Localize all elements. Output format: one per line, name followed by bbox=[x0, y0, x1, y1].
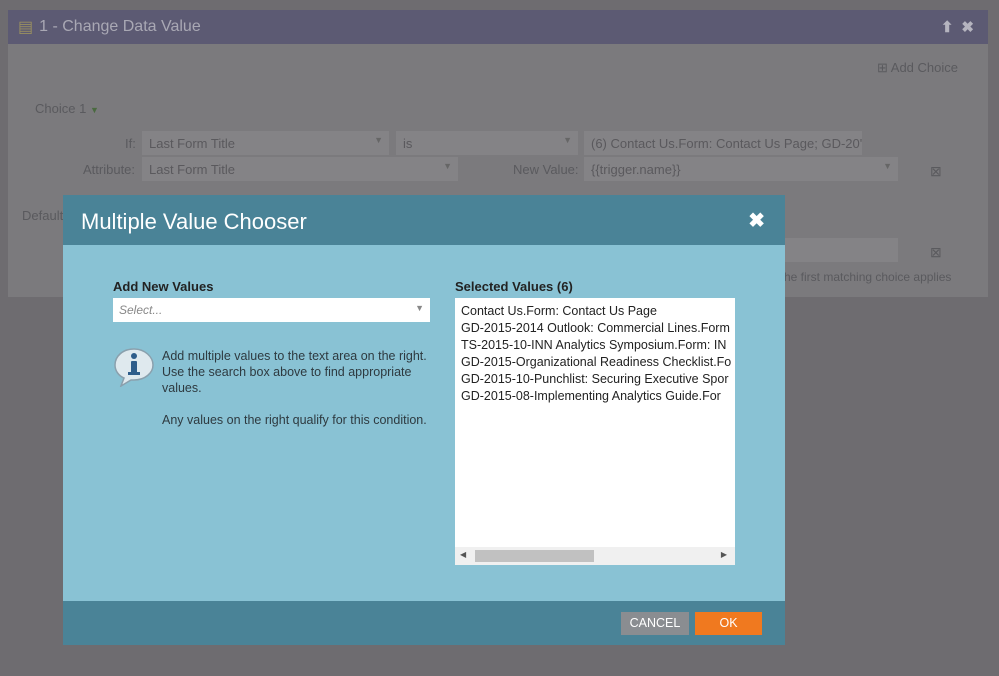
add-values-select[interactable]: Select... ▼ bbox=[113, 298, 430, 322]
if-field-value: Last Form Title bbox=[149, 136, 235, 151]
add-choice-button[interactable]: ⊞ Add Choice bbox=[877, 60, 958, 76]
choice-label[interactable]: Choice 1 ▼ bbox=[35, 101, 99, 116]
chevron-down-icon: ▼ bbox=[883, 161, 892, 171]
add-choice-label: Add Choice bbox=[890, 60, 958, 75]
chevron-down-icon: ▼ bbox=[443, 161, 452, 171]
chevron-down-icon: ▼ bbox=[89, 105, 99, 115]
close-icon[interactable]: ✖ bbox=[961, 18, 974, 36]
delete-choice-icon[interactable]: ⊠ bbox=[930, 163, 942, 180]
selected-value: GD-2015-2014 Outlook: Commercial Lines.F… bbox=[461, 321, 730, 335]
chevron-down-icon: ▼ bbox=[415, 303, 424, 313]
panel-title: 1 - Change Data Value bbox=[39, 18, 201, 35]
selected-value: GD-2015-10-Punchlist: Securing Executive… bbox=[461, 372, 729, 386]
default-value-field[interactable] bbox=[784, 238, 898, 262]
default-label: Default bbox=[22, 208, 64, 223]
add-choice-icon: ⊞ bbox=[876, 60, 888, 75]
operator-value: is bbox=[403, 136, 413, 151]
cancel-button[interactable]: CANCEL bbox=[621, 612, 689, 635]
footnote: he first matching choice applies bbox=[784, 270, 952, 284]
if-label: If: bbox=[125, 136, 136, 151]
dialog-footer: CANCEL OK bbox=[63, 601, 785, 645]
selected-value: Contact Us.Form: Contact Us Page bbox=[461, 304, 657, 318]
choice-text: Choice 1 bbox=[35, 101, 87, 116]
if-value-text: (6) Contact Us.Form: Contact Us Page; GD… bbox=[591, 136, 862, 151]
new-value-label: New Value: bbox=[513, 162, 579, 177]
step-icon: ▤ bbox=[18, 19, 34, 36]
scroll-left-icon[interactable]: ◀ bbox=[460, 550, 466, 559]
horizontal-scrollbar[interactable]: ◀ ▶ bbox=[455, 547, 735, 565]
selected-value: TS-2015-10-INN Analytics Symposium.Form:… bbox=[461, 338, 727, 352]
if-value-field[interactable]: (6) Contact Us.Form: Contact Us Page; GD… bbox=[584, 131, 862, 155]
chevron-down-icon: ▼ bbox=[374, 135, 383, 145]
ok-button[interactable]: OK bbox=[695, 612, 762, 635]
selected-value: GD-2015-Organizational Readiness Checkli… bbox=[461, 355, 732, 369]
add-new-values-label: Add New Values bbox=[113, 279, 214, 294]
attribute-value: Last Form Title bbox=[149, 162, 235, 177]
scrollbar-thumb[interactable] bbox=[475, 550, 594, 562]
panel-header: ▤ 1 - Change Data Value ⬆ ✖ bbox=[8, 10, 988, 44]
if-field-select[interactable]: Last Form Title ▼ bbox=[142, 131, 389, 155]
operator-select[interactable]: is ▼ bbox=[396, 131, 578, 155]
chevron-down-icon: ▼ bbox=[563, 135, 572, 145]
scroll-right-icon[interactable]: ▶ bbox=[721, 550, 727, 559]
close-icon[interactable]: ✖ bbox=[748, 208, 765, 233]
collapse-icon[interactable]: ⬆ bbox=[941, 18, 954, 36]
selected-values-textarea[interactable]: Contact Us.Form: Contact Us Page GD-2015… bbox=[455, 298, 735, 565]
info-text: Add multiple values to the text area on … bbox=[162, 348, 442, 428]
selected-values-label: Selected Values (6) bbox=[455, 279, 573, 294]
attribute-label: Attribute: bbox=[83, 162, 136, 177]
delete-default-icon[interactable]: ⊠ bbox=[930, 244, 942, 261]
attribute-select[interactable]: Last Form Title ▼ bbox=[142, 157, 458, 181]
new-value-text: {{trigger.name}} bbox=[591, 162, 681, 177]
info-icon bbox=[114, 348, 154, 387]
info-text-1: Add multiple values to the text area on … bbox=[162, 349, 427, 395]
multiple-value-chooser-dialog: Multiple Value Chooser ✖ Add New Values … bbox=[63, 195, 785, 645]
dialog-title: Multiple Value Chooser bbox=[81, 209, 307, 234]
select-placeholder: Select... bbox=[119, 303, 163, 317]
selected-value: GD-2015-08-Implementing Analytics Guide.… bbox=[461, 389, 721, 403]
dialog-header: Multiple Value Chooser ✖ bbox=[63, 195, 785, 245]
new-value-select[interactable]: {{trigger.name}} ▼ bbox=[584, 157, 898, 181]
info-text-2: Any values on the right qualify for this… bbox=[162, 413, 427, 427]
